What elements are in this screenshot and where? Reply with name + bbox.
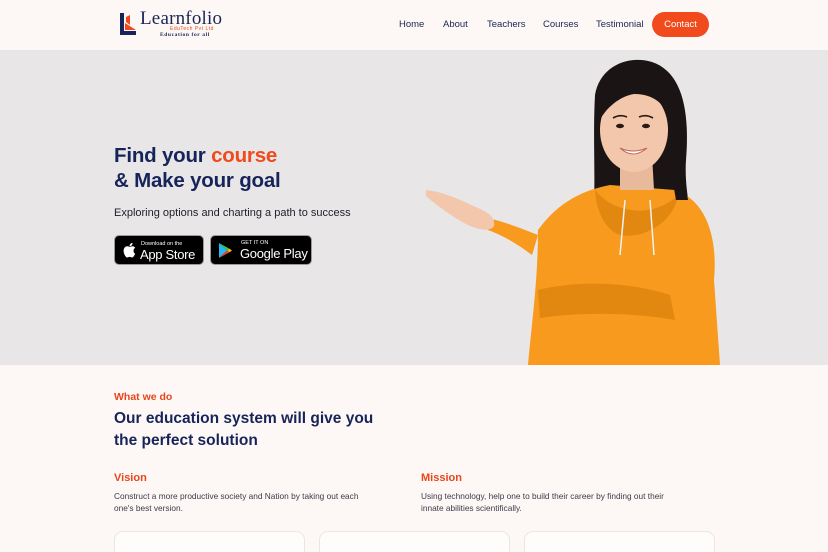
google-play-big-text: Google Play [240,246,308,261]
app-store-button[interactable]: Download on the App Store [114,235,204,265]
app-store-big-text: App Store [140,247,196,262]
hero-subtitle: Exploring options and charting a path to… [114,207,351,219]
brand-tagline: Education for all [160,32,210,38]
feature-card [524,531,715,552]
site-header: Learnfolio EduTech Pvt Ltd Education for… [0,0,828,50]
mission-text-line1: Using technology, help one to build thei… [421,491,664,501]
google-play-icon [219,243,232,258]
vision-text-line1: Construct a more productive society and … [114,491,359,501]
mission-text-line2: innate abilities scientifically. [421,503,522,513]
mission-title: Mission [421,472,462,484]
nav-about[interactable]: About [443,19,468,30]
google-play-button[interactable]: GET IT ON Google Play [210,235,312,265]
hero-headline-text: Find your [114,144,212,167]
feature-card [114,531,305,552]
section-heading-line1: Our education system will give you [114,410,374,427]
feature-card [319,531,510,552]
nav-testimonial[interactable]: Testimonial [596,19,644,30]
hero-headline-line1: Find your course [114,144,277,168]
section-eyebrow: What we do [114,391,173,403]
hero-headline-line2: & Make your goal [114,169,281,192]
hero-headline-accent: course [211,144,278,167]
nav-home[interactable]: Home [399,19,424,30]
brand-logo[interactable]: Learnfolio EduTech Pvt Ltd Education for… [118,8,238,41]
nav-courses[interactable]: Courses [543,19,578,30]
apple-icon [123,242,136,258]
contact-button[interactable]: Contact [652,12,709,37]
learnfolio-logo-icon [120,13,136,35]
student-photo [426,59,720,365]
vision-title: Vision [114,472,147,484]
vision-text-line2: one's best version. [114,503,183,513]
section-heading-line2: the perfect solution [114,432,258,449]
hero-section: Find your course & Make your goal Explor… [0,50,828,365]
nav-teachers[interactable]: Teachers [487,19,526,30]
